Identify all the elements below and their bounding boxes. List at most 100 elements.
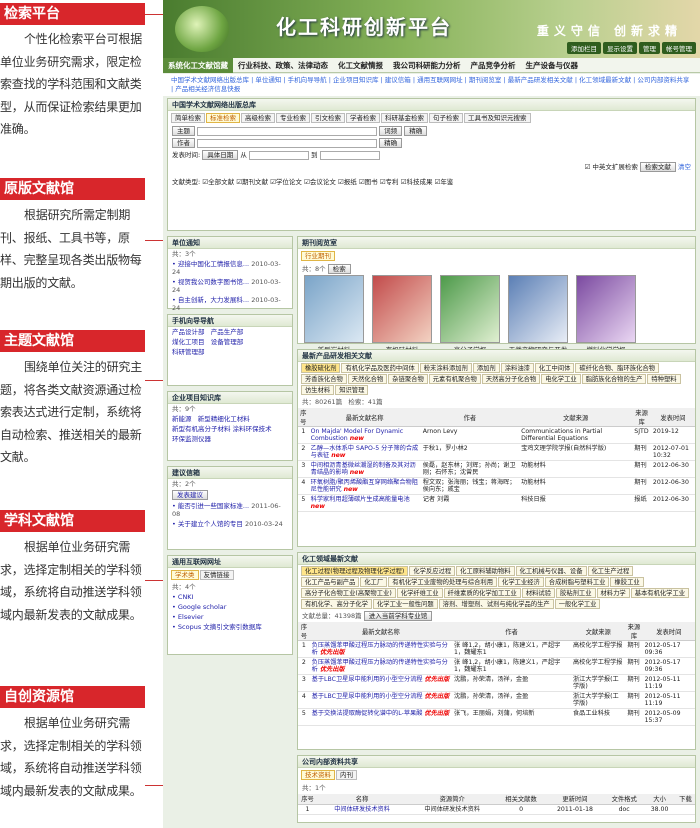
journal-search-button[interactable]: 检索: [327, 264, 351, 274]
category-chip[interactable]: 化学工业一般性问题: [372, 599, 438, 609]
table-cell[interactable]: 负压蒸馏苯甲酸过程压力脉动的传递特性实验与分析 优先出版: [309, 657, 453, 675]
search-docs-button[interactable]: 检索文献: [639, 162, 676, 172]
category-chip[interactable]: 基本有机化学工业: [630, 588, 690, 598]
category-chip[interactable]: 材料力学: [596, 588, 630, 598]
web-link[interactable]: • Scopus 文摘引文索引数据库: [168, 622, 292, 632]
table-row[interactable]: 1 On Majda' Model For Dynamic Combustion …: [298, 426, 695, 444]
table-row[interactable]: 3 中间相沥青基微丝潮湿的制备及其对沥青结晶的影响 new 侯磊，赵东林；刘辉；孙尚…: [298, 460, 695, 478]
tab-academic[interactable]: 学术类: [171, 570, 199, 580]
table-cell[interactable]: On Majda' Model For Dynamic Combustion n…: [308, 426, 421, 444]
category-chip[interactable]: 添加剂: [472, 363, 500, 373]
phone-item[interactable]: 煤化工项目 设备管理部: [168, 337, 292, 347]
category-chip[interactable]: 化学工业经济: [498, 577, 544, 587]
category-chip[interactable]: 特种塑料: [647, 374, 681, 384]
journal-cover[interactable]: [372, 275, 432, 343]
date-select[interactable]: 具体日期: [202, 150, 239, 160]
phone-item[interactable]: 科研管理部: [168, 347, 292, 357]
phone-item[interactable]: 产品设计部 产品生产部: [168, 327, 292, 337]
table-row[interactable]: 5 基于交换法提取酶促转化谱中的L-苹果酸 优先出版 张飞，王丽娟，刘蒲，何培新 食品…: [298, 708, 695, 726]
table-cell[interactable]: 科学家利用超薄碳片生成高能量电池 new: [308, 494, 421, 512]
nav-item[interactable]: 系统化工文献馆藏: [163, 57, 233, 73]
category-chip[interactable]: 电化学工业: [541, 374, 581, 384]
tab-advanced[interactable]: 高级检索: [241, 113, 275, 123]
type-checkbox[interactable]: ☑图书: [359, 178, 378, 186]
topic-input[interactable]: [197, 126, 378, 136]
category-chip[interactable]: 粉末涂料添加剂: [419, 363, 472, 373]
suggestion-item[interactable]: • 关于建立个人馆的专目 2010-03-24: [168, 519, 292, 529]
project-item[interactable]: 环保监测仪器: [168, 434, 292, 444]
web-link[interactable]: • Google scholar: [168, 602, 292, 612]
project-item[interactable]: 新型有机高分子材料 涂料环保技术: [168, 424, 292, 434]
category-chip[interactable]: 纤维素质的化学加工工业: [443, 588, 521, 598]
category-chip[interactable]: 胶粘剂工业: [556, 588, 596, 598]
notice-item[interactable]: • 自主创新，大力发展科... 2010-03-24: [168, 295, 292, 313]
category-chip[interactable]: 橡胶硫化剂: [301, 363, 341, 373]
category-chip[interactable]: 化工过程(物理过程及物理化学过程): [301, 566, 409, 576]
category-chip[interactable]: 化学反应过程: [409, 566, 456, 576]
post-suggestion-button[interactable]: 发表建议: [172, 490, 208, 500]
notice-item[interactable]: • 视贺我公司数字图书馆... 2010-03-24: [168, 277, 292, 295]
journal-cover[interactable]: [508, 275, 568, 343]
author-input[interactable]: [197, 138, 378, 148]
category-chip[interactable]: 化工生产过程: [587, 566, 634, 576]
table-row[interactable]: 4 基于LBC卫星尿中能利用的小型空分流程 优先出版 沈鹏，孙荣清，汤祥，金盈 浙江大…: [298, 691, 695, 709]
category-chip[interactable]: 化工原料辅助物料: [456, 566, 515, 576]
author-select[interactable]: 作者: [172, 138, 195, 148]
tab-professional[interactable]: 专业检索: [276, 113, 310, 123]
tab-internal-journal[interactable]: 内刊: [336, 770, 357, 780]
table-cell[interactable]: 中间相沥青基微丝潮湿的制备及其对沥青结晶的影响 new: [308, 460, 421, 478]
author-match-select[interactable]: 精确: [379, 138, 403, 148]
category-chip[interactable]: 有机化学品及医药中间体: [341, 363, 419, 373]
type-checkbox[interactable]: ☑报纸: [338, 178, 357, 186]
category-chip[interactable]: 化学纤维工业: [396, 588, 443, 598]
nav-item[interactable]: 我公司科研能力分析: [388, 58, 466, 73]
table-cell[interactable]: 中间体研发技术资料: [317, 804, 408, 815]
date-to-input[interactable]: [319, 150, 380, 160]
tab-citation[interactable]: 引文检索: [311, 113, 345, 123]
web-link[interactable]: • Elsevier: [168, 612, 292, 622]
table-row[interactable]: 3 基于LBC卫星尿中能利用的小型空分流程 优先出版 沈鹏，孙荣清，汤祥，金盈 浙江大…: [298, 674, 695, 692]
category-chip[interactable]: 化工厂: [360, 577, 388, 587]
category-chip[interactable]: 化工中间体: [534, 363, 575, 373]
tab-simple[interactable]: 简单检索: [171, 113, 205, 123]
type-checkbox[interactable]: ☑学位论文: [270, 178, 302, 186]
notice-item[interactable]: • 迎接中国化工情报信息... 2010-03-24: [168, 259, 292, 277]
table-cell[interactable]: 基于LBC卫星尿中能利用的小型空分流程 优先出版: [309, 691, 453, 709]
tab-sentence[interactable]: 句子检索: [429, 113, 463, 123]
table-row[interactable]: 5 科学家利用超薄碳片生成高能量电池 new 记者 刘霞 科技日报 报纸 2012-06-…: [298, 494, 695, 512]
tab-fund[interactable]: 科研基金检索: [381, 113, 428, 123]
category-chip[interactable]: 脂肪族化合物的生产: [581, 374, 647, 384]
nav-item[interactable]: 行业科技、政策、法律动态: [233, 58, 333, 73]
category-chip[interactable]: 元素有机聚合物: [428, 374, 481, 384]
nav-item[interactable]: 化工文献情报: [333, 58, 388, 73]
tab-tech-docs[interactable]: 技术资料: [301, 770, 335, 780]
suggestion-item[interactable]: • 能否引进一些国家标准... 2011-06-08: [168, 501, 292, 519]
category-chip[interactable]: 合成树脂与塑料工业: [544, 577, 610, 587]
journal-cover[interactable]: [576, 275, 636, 343]
journal-cover[interactable]: [440, 275, 500, 343]
nav-item[interactable]: 产品竞争分析: [466, 58, 521, 73]
tab-tools[interactable]: 工具书及知识元搜索: [464, 113, 531, 123]
freq-select[interactable]: 词频: [379, 126, 403, 136]
date-from-input[interactable]: [248, 150, 309, 160]
type-checkbox[interactable]: ☑期刊文献: [236, 178, 268, 186]
category-chip[interactable]: 知识管理: [335, 385, 369, 395]
category-chip[interactable]: 溶剂、增塑剂、试剂与纯化学品的生产: [438, 599, 554, 609]
sub-links[interactable]: 中国学术文献网络出版总库 | 单位通知 | 手机向导导航 | 企业项目知识库 |…: [163, 74, 700, 96]
match-select[interactable]: 精确: [404, 126, 428, 136]
table-row[interactable]: 2 负压蒸馏苯甲酸过程压力脉动的传递特性实验与分析 优先出版张 峰1,2，胡小康1…: [298, 657, 695, 675]
type-checkbox[interactable]: ☑会议论文: [304, 178, 336, 186]
nav-item[interactable]: 生产设备与仪器: [521, 58, 584, 73]
category-chip[interactable]: 有机化学工业废物的处理与综合利用: [388, 577, 498, 587]
type-checkbox[interactable]: ☑年鉴: [435, 178, 454, 186]
category-chip[interactable]: 涂料油漆: [500, 363, 534, 373]
tab-industry-journal[interactable]: 行业期刊: [301, 251, 335, 261]
web-link[interactable]: • CNKI: [168, 592, 292, 602]
table-row[interactable]: 1 负压蒸馏苯甲酸过程压力脉动的传递特性实验与分析 优先出版张 峰1,2，胡小康1…: [298, 640, 695, 658]
category-chip[interactable]: 有机化学、高分子化学: [301, 599, 372, 609]
category-chip[interactable]: 材料试验: [521, 588, 556, 598]
type-checkbox[interactable]: ☑全部文献: [202, 178, 234, 186]
table-cell[interactable]: 环氧树脂/聚丙烯酸酯互穿网络聚合物阻尼性能研究 new: [308, 477, 421, 495]
category-chip[interactable]: 碳纤化合物、脂环族化合物: [575, 363, 659, 373]
category-chip[interactable]: 天然高分子化合物: [481, 374, 541, 384]
